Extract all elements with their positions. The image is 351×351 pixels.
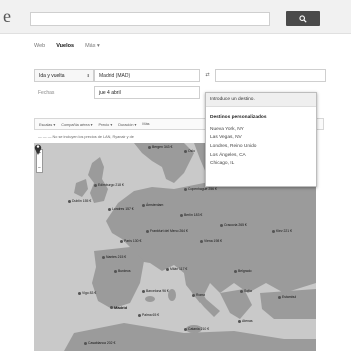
map-price-label[interactable]: Casablanca 202 € — [84, 341, 115, 345]
map-price-label[interactable]: Copenhague 256 € — [184, 187, 217, 191]
search-tabs: Web Vuelos Más ▾ — [34, 43, 100, 49]
map-price-label[interactable]: Vigo 83 € — [78, 291, 96, 295]
map-price-label[interactable]: Edimburgo 218 € — [94, 183, 124, 187]
filter-compania[interactable]: Compañía aérea ▾ — [61, 122, 92, 127]
map-price-label[interactable]: Oslo — [184, 149, 195, 153]
map-price-label[interactable]: Londres 157 € — [108, 207, 134, 211]
zoom-out-button[interactable]: − — [37, 165, 42, 172]
origin-input[interactable]: Madrid (MAD) — [94, 69, 200, 82]
map-price-label[interactable]: Viena 198 € — [200, 239, 222, 243]
map-price-label[interactable]: Milán 117 € — [166, 267, 187, 271]
map-price-label[interactable]: Barcelona 96 € — [142, 289, 169, 293]
top-bar: e — [0, 0, 351, 34]
search-icon — [299, 14, 307, 23]
trip-type-select[interactable]: Ida y vuelta ⬍ — [34, 69, 94, 82]
map-pin-icon[interactable] — [34, 143, 42, 155]
map-price-label[interactable]: Estambul — [278, 295, 296, 299]
google-logo[interactable]: e — [3, 6, 11, 27]
dates-row: Fechas jue 4 abril — [34, 86, 200, 99]
map-price-label[interactable]: Ámsterdam — [142, 203, 163, 207]
map-price-label[interactable]: Kiev 221 € — [272, 229, 292, 233]
select-arrows-icon: ⬍ — [86, 73, 90, 78]
filter-precio[interactable]: Precio ▾ — [99, 122, 113, 127]
map-price-label[interactable]: Palma 65 € — [138, 313, 159, 317]
destination-hint: Introduce un destino. — [206, 93, 316, 107]
map-price-label[interactable]: Belgrado — [234, 269, 252, 273]
dates-label: Fechas — [38, 89, 55, 96]
search-input[interactable] — [30, 12, 270, 26]
dropdown-item[interactable]: Chicago, IL — [206, 159, 316, 168]
map-price-label[interactable]: Catania 210 € — [184, 327, 209, 331]
route-row: Ida y vuelta ⬍ Madrid (MAD) ⇄ — [34, 69, 326, 82]
filter-mas[interactable]: Más — [142, 122, 149, 126]
map-price-label[interactable]: Nantes 215 € — [102, 255, 126, 259]
dropdown-item[interactable]: Londres, Reino Unido — [206, 142, 316, 151]
map-price-label[interactable]: Cracovia 265 € — [220, 223, 247, 227]
trip-type-value: Ida y vuelta — [39, 72, 65, 79]
map-origin-label[interactable]: Madrid — [110, 305, 127, 310]
departure-date-input[interactable]: jue 4 abril — [94, 86, 200, 99]
dropdown-item[interactable]: Los Ángeles, CA — [206, 151, 316, 160]
price-notice: — — — No se incluyen los precios de LAN,… — [38, 135, 134, 139]
search-button[interactable] — [286, 11, 320, 26]
map-price-label[interactable]: Roma — [192, 293, 205, 297]
dropdown-item[interactable]: Nueva York, NY — [206, 125, 316, 134]
map-price-label[interactable]: Burdeos — [114, 269, 131, 273]
swap-icon[interactable]: ⇄ — [200, 69, 215, 82]
dropdown-item[interactable]: Las Vegas, NV — [206, 134, 316, 143]
map-price-label[interactable]: Frankfurt del Meno 264 € — [146, 229, 188, 233]
destination-dropdown: Introduce un destino. Destinos personali… — [205, 92, 317, 187]
destination-input[interactable] — [215, 69, 326, 82]
tab-mas[interactable]: Más ▾ — [85, 43, 100, 49]
map-price-label[interactable]: París 130 € — [120, 239, 141, 243]
dropdown-heading: Destinos personalizados — [210, 115, 267, 120]
map-price-label[interactable]: Sofía — [240, 289, 252, 293]
map-price-label[interactable]: Dublín 155 € — [68, 199, 91, 203]
tab-web[interactable]: Web — [34, 43, 45, 49]
filter-escalas[interactable]: Escalas ▾ — [39, 122, 55, 127]
map-price-label[interactable]: Bergen 343 € — [148, 145, 172, 149]
tab-vuelos[interactable]: Vuelos — [56, 43, 74, 49]
filter-duracion[interactable]: Duración ▾ — [118, 122, 136, 127]
map-price-label[interactable]: Atenas — [238, 319, 253, 323]
map-price-label[interactable]: Berlín 183 € — [180, 213, 202, 217]
